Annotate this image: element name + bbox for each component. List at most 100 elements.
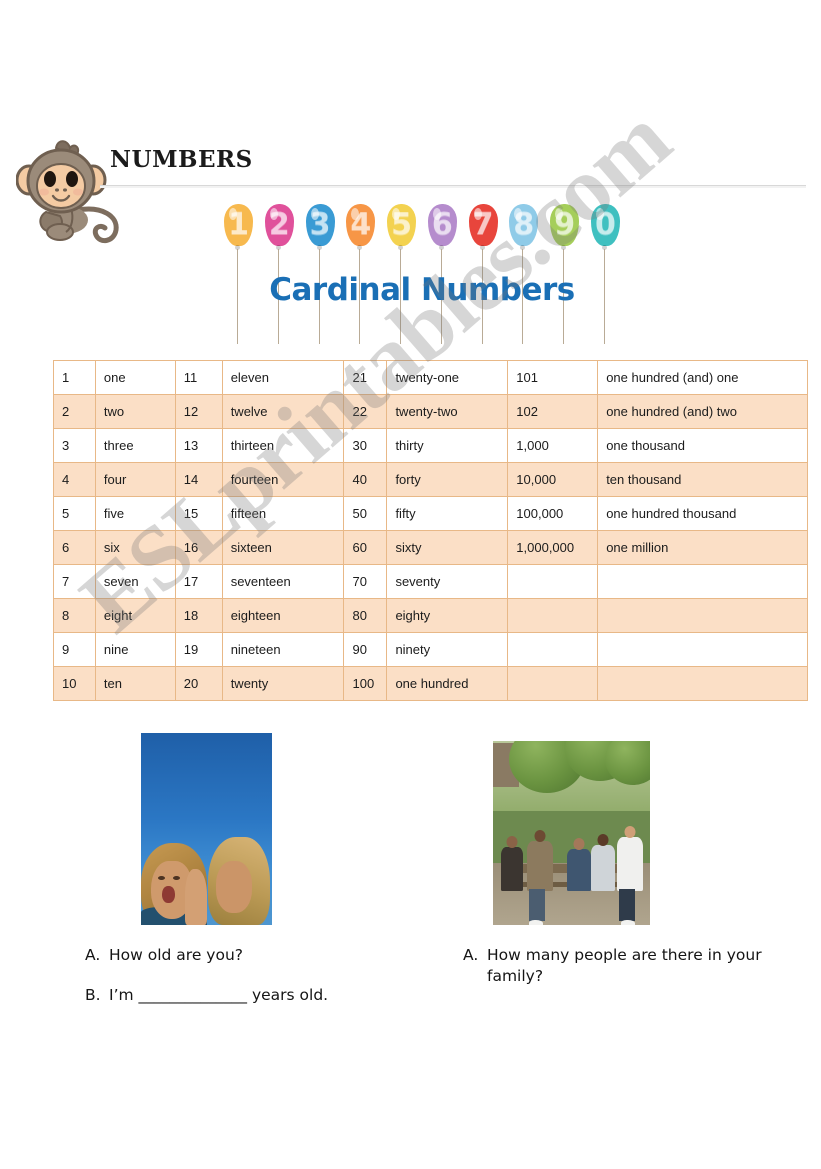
table-cell: 50 bbox=[343, 496, 388, 531]
table-cell: one bbox=[94, 360, 176, 395]
photo-person-head bbox=[624, 826, 636, 838]
balloon-4: 4 bbox=[344, 204, 377, 344]
cardinal-numbers-table: 1 one 11 eleven 21 twenty-one 101 one hu… bbox=[53, 360, 808, 701]
photo-person-head bbox=[573, 838, 585, 850]
table-row: 4 four 14 fourteen 40 forty 10,000 ten t… bbox=[53, 462, 808, 497]
table-cell: eighteen bbox=[221, 598, 345, 633]
table-cell: 13 bbox=[174, 428, 223, 463]
table-row: 7 seven 17 seventeen 70 seventy bbox=[53, 564, 808, 599]
table-cell: two bbox=[94, 394, 176, 429]
header-divider bbox=[100, 185, 806, 188]
table-cell: four bbox=[94, 462, 176, 497]
photo-person bbox=[527, 830, 553, 925]
table-cell: 1,000,000 bbox=[507, 530, 599, 565]
table-cell: eighty bbox=[386, 598, 509, 633]
table-cell bbox=[597, 598, 808, 633]
balloon-digit: 1 bbox=[224, 204, 253, 246]
table-cell: fifteen bbox=[221, 496, 345, 531]
table-cell bbox=[507, 632, 599, 667]
table-cell: forty bbox=[386, 462, 509, 497]
balloon-banner: 1 2 3 4 5 6 7 8 9 0 Cardinal Numbers bbox=[222, 200, 622, 350]
table-cell bbox=[597, 564, 808, 599]
photo-girl-left-mouth bbox=[162, 886, 175, 903]
table-cell: 80 bbox=[343, 598, 388, 633]
table-row: 9 nine 19 nineteen 90 ninety bbox=[53, 632, 808, 667]
photo-person-shoe bbox=[529, 920, 543, 925]
table-cell: one hundred (and) one bbox=[597, 360, 808, 395]
table-cell: nineteen bbox=[221, 632, 345, 667]
balloon-3: 3 bbox=[304, 204, 337, 344]
photo-person bbox=[617, 826, 643, 925]
table-cell: 1 bbox=[53, 360, 96, 395]
table-cell: one million bbox=[597, 530, 808, 565]
table-cell: ten thousand bbox=[597, 462, 808, 497]
table-row: 3 three 13 thirteen 30 thirty 1,000 one … bbox=[53, 428, 808, 463]
table-cell bbox=[507, 564, 599, 599]
table-cell: 101 bbox=[507, 360, 599, 395]
question-text[interactable]: I’m ______________ years old. bbox=[109, 985, 425, 1006]
table-cell: one hundred bbox=[386, 666, 509, 701]
table-cell: 40 bbox=[343, 462, 388, 497]
table-cell: one thousand bbox=[597, 428, 808, 463]
table-cell: 2 bbox=[53, 394, 96, 429]
question-label: A. bbox=[85, 946, 101, 964]
balloon-digit: 9 bbox=[550, 204, 580, 246]
photo-girl-right-arm bbox=[185, 869, 207, 925]
question-text: How old are you? bbox=[109, 946, 243, 964]
question-label: B. bbox=[85, 986, 101, 1005]
photo-person-head bbox=[597, 834, 609, 846]
table-cell: seventy bbox=[386, 564, 509, 599]
banner-title: Cardinal Numbers bbox=[269, 272, 575, 308]
table-cell: 90 bbox=[343, 632, 388, 667]
table-cell: 21 bbox=[343, 360, 388, 395]
balloon-7: 7 bbox=[467, 204, 500, 344]
photo-person-legs bbox=[529, 889, 545, 921]
table-row: 1 one 11 eleven 21 twenty-one 101 one hu… bbox=[53, 360, 808, 395]
table-cell: 30 bbox=[343, 428, 388, 463]
table-row: 6 six 16 sixteen 60 sixty 1,000,000 one … bbox=[53, 530, 808, 565]
balloon-number-row: 1 2 3 4 5 6 7 8 9 0 bbox=[222, 200, 622, 344]
balloon-digit: 7 bbox=[468, 204, 498, 246]
photo-girl-left-eye bbox=[158, 876, 165, 880]
table-cell: 100,000 bbox=[507, 496, 599, 531]
table-cell: 6 bbox=[53, 530, 96, 565]
photo-students-on-bench bbox=[493, 741, 650, 925]
balloon-0: 0 bbox=[589, 204, 622, 344]
table-cell: eight bbox=[94, 598, 176, 633]
questions-left-column: A. How old are you? B. I’m _____________… bbox=[85, 945, 425, 1026]
question-item: A. How many people are there in your fam… bbox=[463, 945, 793, 988]
question-item: B. I’m ______________ years old. bbox=[85, 985, 425, 1006]
table-cell: 11 bbox=[174, 360, 223, 395]
question-text: How many people are there in your family… bbox=[487, 946, 762, 986]
table-cell: ten bbox=[94, 666, 176, 701]
table-cell: 100 bbox=[343, 666, 388, 701]
table-cell: 20 bbox=[174, 666, 223, 701]
photo-person-head bbox=[506, 836, 518, 848]
table-row: 10 ten 20 twenty 100 one hundred bbox=[53, 666, 808, 701]
table-cell: eleven bbox=[221, 360, 345, 395]
table-cell: twelve bbox=[221, 394, 345, 429]
photo-two-girls-laughing bbox=[141, 733, 272, 925]
table-cell: 16 bbox=[174, 530, 223, 565]
balloon-9: 9 bbox=[548, 204, 581, 344]
table-cell: six bbox=[94, 530, 176, 565]
table-cell bbox=[507, 598, 599, 633]
table-cell: 10 bbox=[53, 666, 96, 701]
table-cell: nine bbox=[94, 632, 176, 667]
table-row: 5 five 15 fifteen 50 fifty 100,000 one h… bbox=[53, 496, 808, 531]
table-cell: one hundred (and) two bbox=[597, 394, 808, 429]
balloon-6: 6 bbox=[426, 204, 459, 344]
table-cell bbox=[597, 666, 808, 701]
table-cell: 10,000 bbox=[507, 462, 599, 497]
table-row: 8 eight 18 eighteen 80 eighty bbox=[53, 598, 808, 633]
table-cell: 70 bbox=[343, 564, 388, 599]
photo-person-legs bbox=[619, 889, 635, 921]
table-cell: twenty bbox=[221, 666, 345, 701]
photo-person bbox=[501, 836, 523, 891]
balloon-1: 1 bbox=[222, 204, 255, 344]
balloon-digit: 3 bbox=[305, 204, 335, 246]
table-cell: 22 bbox=[343, 394, 388, 429]
table-cell: 19 bbox=[174, 632, 223, 667]
table-cell: thirteen bbox=[221, 428, 345, 463]
table-cell: seventeen bbox=[221, 564, 345, 599]
